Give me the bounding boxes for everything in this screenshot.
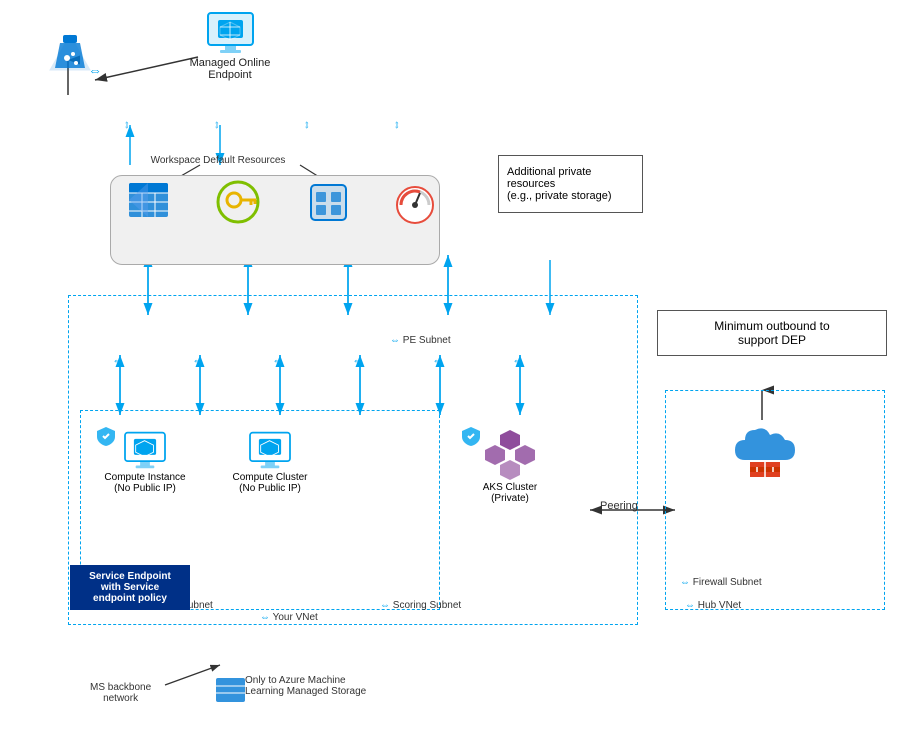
firewall-subnet-label: ⇔ Firewall Subnet: [680, 577, 762, 588]
peering-label: Peering: [600, 500, 638, 512]
minimum-outbound-box: Minimum outbound to support DEP: [657, 310, 887, 356]
service-endpoint-label: Service Endpoint with Service endpoint p…: [89, 571, 171, 604]
ws-connector-4: ⇔: [391, 119, 405, 131]
minimum-outbound-label: Minimum outbound to support DEP: [714, 319, 829, 347]
managed-online-endpoint-label: Managed Online Endpoint: [190, 57, 271, 81]
diagram-container: ⇔ Managed Online Endpoint Workspace Defa…: [0, 0, 919, 735]
pe-connector-3: ⇔: [272, 353, 284, 367]
ws-connector-3: ⇔: [301, 119, 315, 131]
pe-subnet-label: ⇔ PE Subnet: [390, 335, 451, 346]
aml-connector: ⇔: [88, 62, 102, 78]
aks-cluster-label: AKS Cluster (Private): [483, 482, 537, 504]
managed-storage-label: Only to Azure Machine Learning Managed S…: [245, 675, 366, 697]
managed-storage-icon: [210, 675, 250, 705]
pe-connector-1: ⇔: [112, 353, 124, 367]
key-vault-icon: [208, 180, 268, 225]
workspace-default-label: Workspace Default Resources: [118, 155, 318, 166]
managed-online-endpoint: Managed Online Endpoint: [170, 10, 290, 81]
compute-instance-label: Compute Instance (No Public IP): [104, 472, 185, 494]
pe-connector-2: ⇔: [192, 353, 204, 367]
compute-cluster-label: Compute Cluster (No Public IP): [232, 472, 307, 494]
scoring-subnet-label: ⇔ Scoring Subnet: [380, 600, 461, 611]
container-registry-icon: [298, 180, 358, 225]
hub-vnet-label: ⇔ Hub VNet: [685, 600, 741, 611]
ws-connector-1: ⇔: [121, 119, 135, 131]
ms-backbone-label: MS backbone network: [90, 682, 151, 704]
pe-connector-4: ⇔: [352, 353, 364, 367]
app-insights-icon: [388, 180, 443, 225]
your-vnet-label: ⇔ Your VNet: [260, 612, 318, 623]
compute-cluster-icon: Compute Cluster (No Public IP): [215, 430, 325, 494]
aks-cluster-icon: AKS Cluster (Private): [455, 430, 565, 504]
pe-connector-5: ⇔: [432, 353, 444, 367]
ws-connector-2: ⇔: [211, 119, 225, 131]
service-endpoint-box: Service Endpoint with Service endpoint p…: [70, 565, 190, 610]
firewall-icon: [715, 420, 815, 480]
storage-table-icon: [118, 180, 178, 220]
pe-connector-6: ⇔: [512, 353, 524, 367]
additional-private-label: Additional private resources (e.g., priv…: [507, 166, 612, 202]
additional-private-resources-box: Additional private resources (e.g., priv…: [498, 155, 643, 213]
compute-instance-icon: Compute Instance (No Public IP): [90, 430, 200, 494]
